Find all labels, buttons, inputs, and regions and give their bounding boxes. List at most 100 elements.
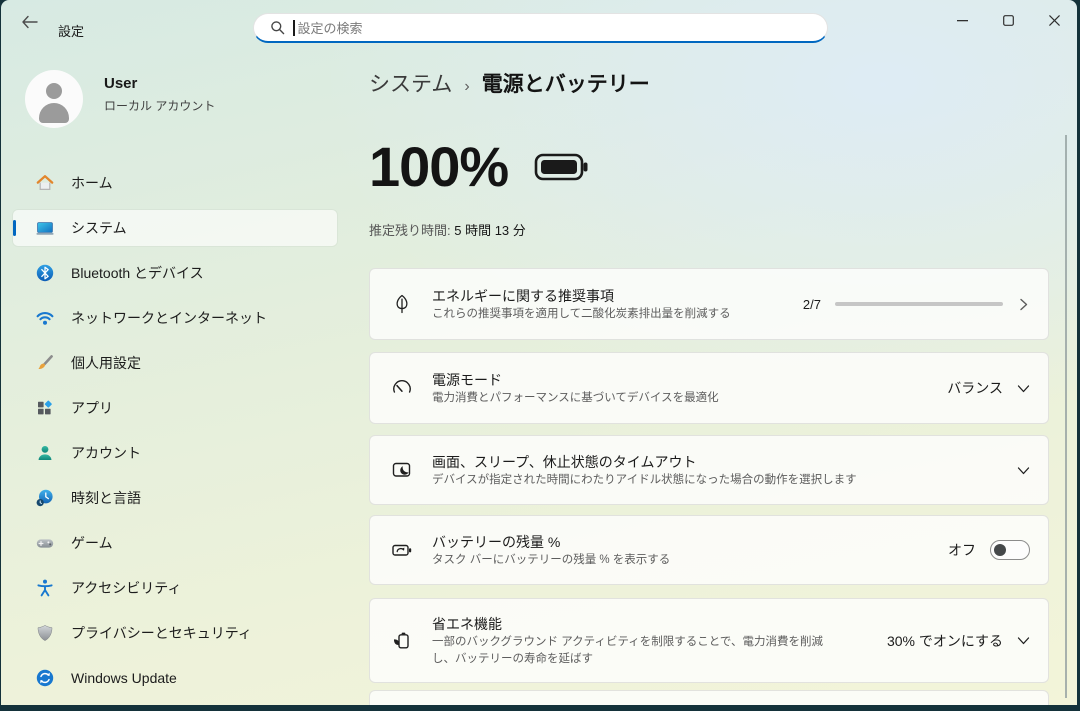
breadcrumb-separator-icon: › — [464, 78, 469, 96]
desktop-background: 設定 設定の検索 — [0, 0, 1080, 711]
chevron-down-icon — [1017, 464, 1030, 477]
window-controls — [939, 0, 1077, 40]
page-title: 電源とバッテリー — [482, 68, 650, 98]
home-icon — [35, 173, 55, 193]
app-title: 設定 — [58, 21, 84, 40]
sidebar-item-accounts[interactable]: アカウント — [13, 435, 337, 471]
gauge-icon — [390, 376, 414, 400]
gamepad-icon — [35, 533, 55, 553]
sidebar-item-privacy[interactable]: プライバシーとセキュリティ — [13, 615, 337, 651]
avatar[interactable] — [25, 70, 83, 128]
battery-percent-icon — [390, 538, 414, 562]
scrollbar[interactable] — [1065, 135, 1067, 698]
sidebar-nav: ホーム システム Bluetooth とデバイス — [13, 165, 337, 705]
sidebar-item-home[interactable]: ホーム — [13, 165, 337, 201]
shield-icon — [35, 623, 55, 643]
battery-icon — [534, 151, 590, 183]
sidebar-item-label: アカウント — [71, 443, 141, 463]
user-account-type: ローカル アカウント — [104, 97, 215, 114]
sidebar-item-personalization[interactable]: 個人用設定 — [13, 345, 337, 381]
recommendations-progressbar — [835, 302, 1003, 306]
sidebar-item-bluetooth[interactable]: Bluetooth とデバイス — [13, 255, 337, 291]
close-button[interactable] — [1031, 0, 1077, 40]
sidebar-item-windows-update[interactable]: Windows Update — [13, 660, 337, 696]
battery-estimate: 推定残り時間: 5 時間 13 分 — [369, 220, 526, 239]
sidebar-item-apps[interactable]: アプリ — [13, 390, 337, 426]
back-button[interactable] — [19, 13, 41, 31]
sidebar-item-label: プライバシーとセキュリティ — [71, 623, 252, 643]
screen-sleep-icon — [390, 458, 414, 482]
close-icon — [1049, 15, 1060, 26]
sidebar-item-label: 時刻と言語 — [71, 488, 141, 508]
sidebar-item-gaming[interactable]: ゲーム — [13, 525, 337, 561]
sidebar-item-label: ホーム — [71, 173, 113, 193]
brush-icon — [35, 353, 55, 373]
breadcrumb: システム › 電源とバッテリー — [369, 68, 650, 98]
energy-saver-value[interactable]: 30% でオンにする — [887, 631, 1003, 651]
search-icon — [270, 20, 285, 35]
search-placeholder: 設定の検索 — [298, 18, 363, 37]
sidebar-item-accessibility[interactable]: アクセシビリティ — [13, 570, 337, 606]
energy-saver-icon — [390, 629, 414, 653]
wifi-icon — [35, 308, 55, 328]
card-title: 省エネ機能 — [432, 614, 830, 634]
maximize-icon — [1003, 15, 1014, 26]
estimate-value: 5 時間 13 分 — [454, 223, 526, 238]
avatar-person-icon — [46, 83, 62, 99]
search-input[interactable]: 設定の検索 — [253, 13, 828, 43]
sidebar-item-label: 個人用設定 — [71, 353, 141, 373]
person-icon — [35, 443, 55, 463]
sidebar-item-label: ネットワークとインターネット — [71, 308, 267, 328]
card-subtitle: デバイスが指定された時間にわたりアイドル状態になった場合の動作を選択します — [432, 472, 857, 489]
battery-percentage-toggle[interactable] — [990, 540, 1030, 560]
recommendations-count: 2/7 — [803, 297, 821, 312]
sidebar-item-time-language[interactable]: 時刻と言語 — [13, 480, 337, 516]
sidebar-item-system[interactable]: システム — [13, 210, 337, 246]
sidebar-item-label: Bluetooth とデバイス — [71, 263, 204, 283]
sidebar-item-label: アクセシビリティ — [71, 578, 181, 598]
sidebar-item-network[interactable]: ネットワークとインターネット — [13, 300, 337, 336]
text-caret — [293, 20, 295, 36]
maximize-button[interactable] — [985, 0, 1031, 40]
card-title: 画面、スリープ、休止状態のタイムアウト — [432, 452, 857, 472]
apps-icon — [35, 398, 55, 418]
card-screen-sleep-timeouts[interactable]: 画面、スリープ、休止状態のタイムアウト デバイスが指定された時間にわたりアイドル… — [369, 435, 1049, 505]
card-energy-saver[interactable]: 省エネ機能 一部のバックグラウンド アクティビティを制限することで、電力消費を削… — [369, 598, 1049, 683]
estimate-label: 推定残り時間: — [369, 223, 451, 238]
minimize-button[interactable] — [939, 0, 985, 40]
card-title: バッテリーの残量 % — [432, 532, 670, 552]
clock-globe-icon — [35, 488, 55, 508]
bluetooth-icon — [35, 263, 55, 283]
minimize-icon — [957, 15, 968, 26]
card-subtitle: これらの推奨事項を適用して二酸化炭素排出量を削減する — [432, 306, 731, 323]
selected-indicator — [13, 220, 16, 236]
card-subtitle: 電力消費とパフォーマンスに基づいてデバイスを最適化 — [432, 390, 719, 407]
card-partial[interactable] — [369, 690, 1049, 705]
sidebar-item-label: Windows Update — [71, 670, 177, 686]
chevron-right-icon — [1017, 298, 1030, 311]
sidebar-item-label: アプリ — [71, 398, 113, 418]
sidebar-item-label: ゲーム — [71, 533, 113, 553]
card-battery-percentage[interactable]: バッテリーの残量 % タスク バーにバッテリーの残量 % を表示する オフ — [369, 515, 1049, 585]
system-icon — [35, 218, 55, 238]
main-content: システム › 電源とバッテリー 100% 推定残り時間: 5 時間 13 分 — [361, 44, 1077, 705]
settings-window: 設定 設定の検索 — [1, 0, 1077, 705]
user-name[interactable]: User — [104, 75, 137, 92]
card-subtitle: タスク バーにバッテリーの残量 % を表示する — [432, 552, 670, 569]
chevron-down-icon — [1017, 382, 1030, 395]
chevron-down-icon — [1017, 634, 1030, 647]
titlebar: 設定 設定の検索 — [1, 0, 1077, 44]
battery-status: 100% — [369, 134, 590, 199]
card-energy-recommendations[interactable]: エネルギーに関する推奨事項 これらの推奨事項を適用して二酸化炭素排出量を削減する… — [369, 268, 1049, 340]
battery-percent: 100% — [369, 134, 508, 199]
card-title: エネルギーに関する推奨事項 — [432, 286, 731, 306]
power-mode-value[interactable]: バランス — [947, 378, 1003, 398]
leaf-icon — [390, 292, 414, 316]
card-title: 電源モード — [432, 370, 719, 390]
accessibility-icon — [35, 578, 55, 598]
sidebar-item-label: システム — [71, 218, 127, 238]
card-power-mode[interactable]: 電源モード 電力消費とパフォーマンスに基づいてデバイスを最適化 バランス — [369, 352, 1049, 424]
breadcrumb-parent[interactable]: システム — [369, 68, 452, 98]
toggle-state-label: オフ — [948, 540, 976, 560]
sync-icon — [35, 668, 55, 688]
